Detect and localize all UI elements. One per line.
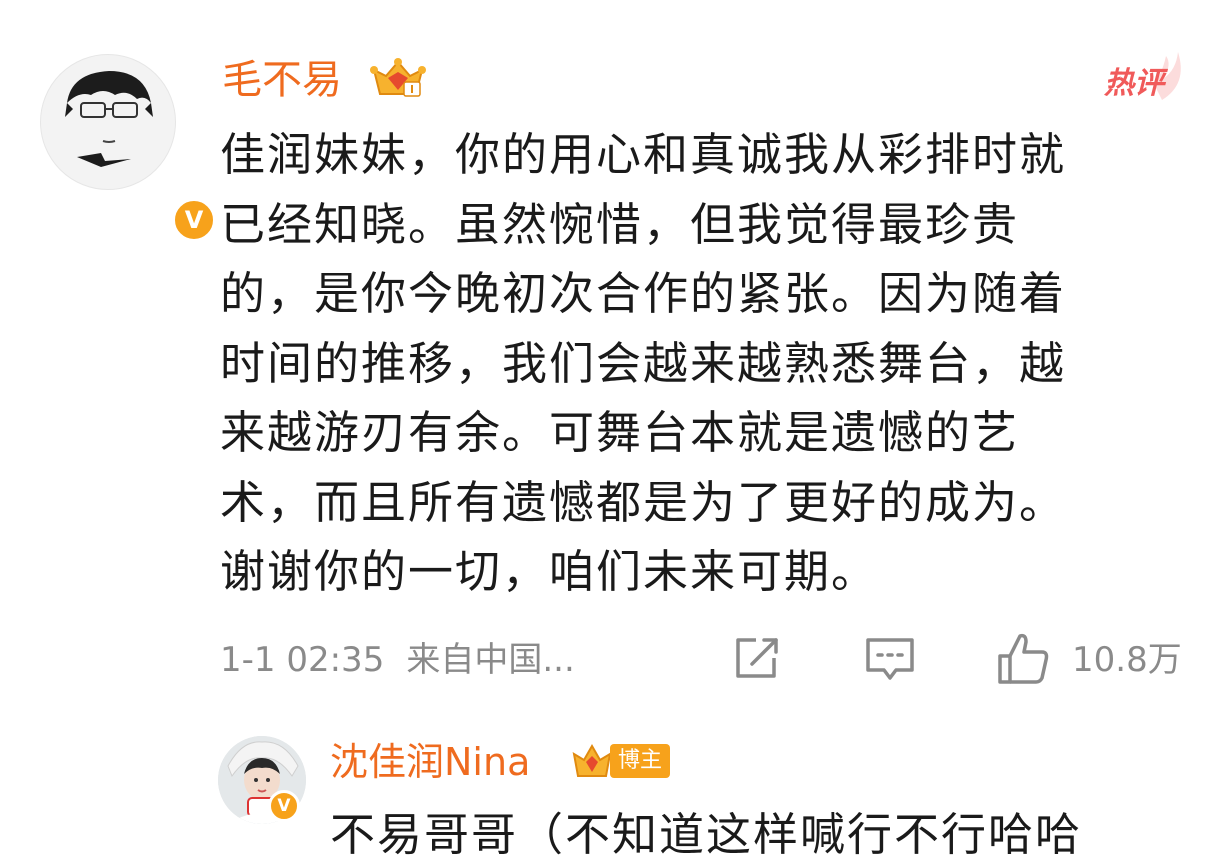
comment-source: 来自中国... — [406, 640, 575, 680]
commenter-username[interactable]: 毛不易 — [222, 52, 342, 108]
comment-line: 已经知晓。虽然惋惜，但我觉得最珍贵 — [220, 197, 1020, 251]
avatar-illustration — [65, 71, 153, 167]
comment-icon — [866, 638, 914, 680]
replier-username[interactable]: 沈佳润Nina — [330, 734, 530, 790]
verified-icon: V — [268, 790, 300, 822]
like-count: 10.8万 — [1072, 640, 1182, 680]
crown-badge-icon — [572, 743, 612, 777]
reply-body: 不易哥哥（不知道这样喊行不行哈哈 — [330, 808, 1083, 861]
blogger-badge-label: 博主 — [610, 744, 671, 778]
comment-button[interactable] — [862, 630, 918, 690]
share-icon — [736, 638, 778, 678]
verified-icon: V — [171, 197, 217, 243]
like-button[interactable]: 10.8万 — [994, 630, 1199, 690]
share-button[interactable] — [730, 630, 786, 690]
comment-line: 的，是你今晚初次合作的紧张。因为随着 — [220, 267, 1067, 320]
comment-line: 时间的推移，我们会越来越熟悉舞台，越 — [220, 336, 1067, 390]
commenter-avatar[interactable]: V — [40, 54, 217, 243]
comment-body: 佳润妹妹，你的用心和真诚我从彩排时就 已经知晓。虽然惋惜，但我觉得最珍贵 的，是… — [220, 120, 1200, 607]
blogger-badge[interactable]: 博主 — [570, 742, 671, 786]
hot-comment-label: 热评 — [1104, 66, 1164, 101]
like-icon — [998, 633, 1049, 684]
comment-meta: 1-1 02:35 来自中国... — [220, 634, 575, 686]
comment-line: 来越游刃有余。可舞台本就是遗憾的艺 — [220, 406, 1020, 459]
replier-avatar[interactable]: V — [218, 736, 306, 824]
crown-badge-icon[interactable] — [368, 56, 428, 106]
comment-line: 谢谢你的一切，咱们未来可期。 — [220, 545, 879, 598]
comment-line: 术，而且所有遗憾都是为了更好的成为。 — [220, 475, 1067, 529]
hot-comment-icon: 热评 — [1102, 48, 1190, 106]
comment-time: 1-1 02:35 — [220, 640, 385, 680]
comment-line: 佳润妹妹，你的用心和真诚我从彩排时就 — [220, 128, 1067, 181]
